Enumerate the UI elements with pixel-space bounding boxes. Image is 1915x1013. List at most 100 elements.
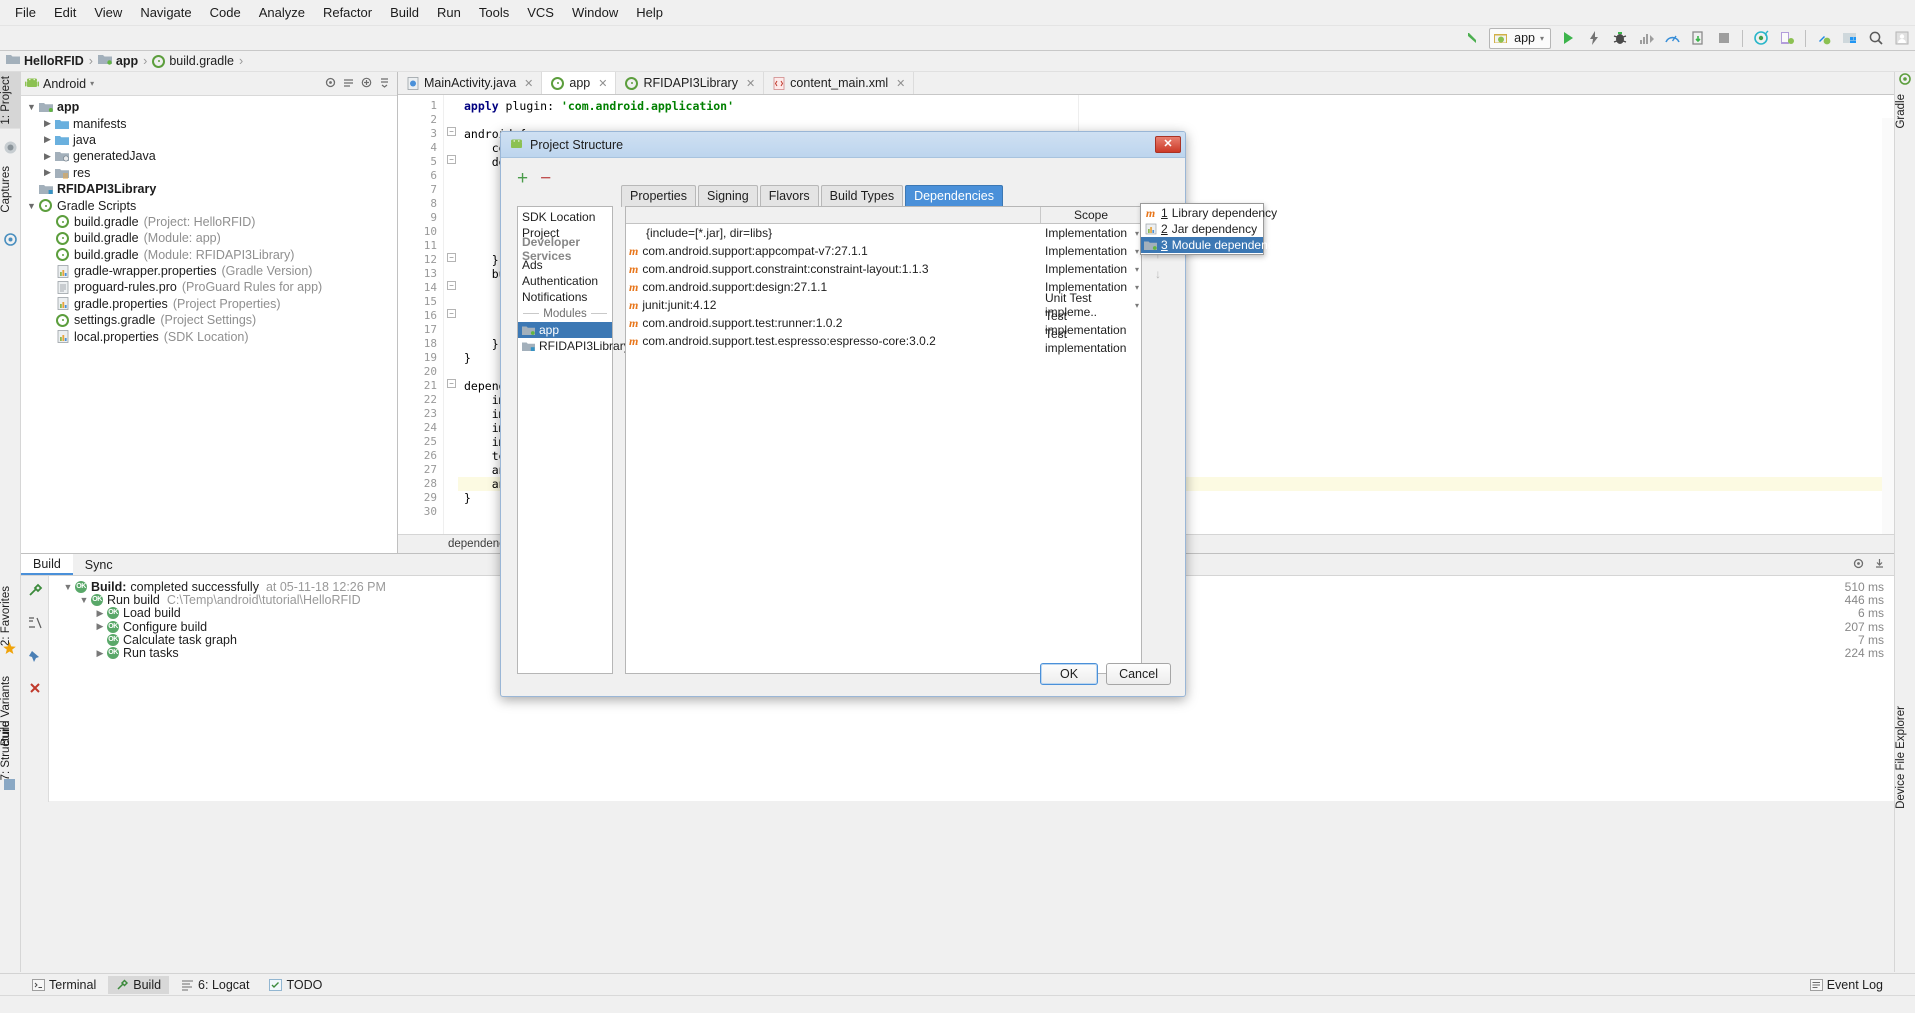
bottom-item-terminal[interactable]: Terminal xyxy=(24,976,104,994)
sidebar-item-device-file-explorer[interactable]: Device File Explorer xyxy=(1895,702,1915,813)
menu-tools[interactable]: Tools xyxy=(470,2,518,23)
sidebar-item-favorites[interactable]: 2: Favorites xyxy=(0,582,21,650)
collapse-all-icon[interactable] xyxy=(342,76,355,92)
tree-row-gradle-wrapper-properties[interactable]: gradle-wrapper.properties (Gradle Versio… xyxy=(21,263,397,279)
debug-icon[interactable] xyxy=(1607,28,1633,49)
fold-marker[interactable]: − xyxy=(447,281,456,290)
chevron-down-icon[interactable]: ▾ xyxy=(90,79,94,88)
chevron-down-icon[interactable]: ▼ xyxy=(25,201,38,211)
pin-icon[interactable] xyxy=(27,648,43,667)
chevron-down-icon[interactable]: ▾ xyxy=(1540,34,1544,43)
tree-row-app[interactable]: ▼ app xyxy=(21,99,397,115)
dependency-scope-cell[interactable]: Implementation ▾ xyxy=(1041,244,1141,258)
project-structure-dialog[interactable]: Project Structure ✕ + − SDK Location Pro… xyxy=(500,131,1186,697)
tree-row-settings-gradle[interactable]: settings.gradle (Project Settings) xyxy=(21,312,397,328)
dependencies-table[interactable]: Scope {include=[*.jar], dir=libs} Implem… xyxy=(625,206,1142,674)
tab-mainactivity-java[interactable]: MainActivity.java ✕ xyxy=(398,72,542,94)
expand-icon[interactable] xyxy=(360,76,373,92)
chevron-right-icon[interactable]: ▶ xyxy=(41,118,54,129)
sidebar-item-gradle[interactable]: Gradle xyxy=(1895,90,1915,133)
dialog-sidebar[interactable]: SDK Location Project Developer Services … xyxy=(517,206,613,674)
menu-refactor[interactable]: Refactor xyxy=(314,2,381,23)
editor-scrollbar[interactable] xyxy=(1882,118,1894,534)
fold-marker[interactable]: − xyxy=(447,379,456,388)
hide-window-icon[interactable] xyxy=(1873,557,1886,573)
remove-module-button[interactable]: − xyxy=(540,172,551,186)
chevron-right-icon[interactable]: ▶ xyxy=(93,608,107,619)
dialog-tab-dependencies[interactable]: Dependencies xyxy=(905,185,1003,207)
chevron-right-icon[interactable]: ▶ xyxy=(93,648,107,659)
tree-row-manifests[interactable]: ▶ manifests xyxy=(21,115,397,131)
close-icon[interactable]: ✕ xyxy=(746,77,755,90)
close-icon[interactable]: ✕ xyxy=(1155,136,1181,153)
tree-row-build-gradle-library[interactable]: build.gradle (Module: RFIDAPI3Library) xyxy=(21,247,397,263)
breadcrumb-item-project[interactable]: HelloRFID xyxy=(6,54,84,68)
table-row[interactable]: m com.android.support:appcompat-v7:27.1.… xyxy=(626,242,1141,260)
tab-content-main-xml[interactable]: content_main.xml ✕ xyxy=(764,72,914,94)
avd-manager-icon[interactable] xyxy=(1774,28,1800,49)
table-row[interactable]: m com.android.support.constraint:constra… xyxy=(626,260,1141,278)
hide-panel-icon[interactable] xyxy=(378,76,391,92)
bottom-item-logcat[interactable]: 6: Logcat xyxy=(173,976,257,994)
profiler-icon[interactable] xyxy=(1659,28,1685,49)
tree-row-build-gradle-project[interactable]: build.gradle (Project: HelloRFID) xyxy=(21,214,397,230)
build-hammer-icon[interactable] xyxy=(27,582,43,601)
sidebar-item-structure[interactable]: 7: Structure xyxy=(0,717,21,784)
user-icon[interactable] xyxy=(1889,28,1915,49)
search-icon[interactable] xyxy=(1863,28,1889,49)
settings-gear-icon[interactable] xyxy=(1852,557,1865,573)
run-icon[interactable] xyxy=(1555,28,1581,49)
menu-code[interactable]: Code xyxy=(201,2,250,23)
table-row[interactable]: {include=[*.jar], dir=libs} Implementati… xyxy=(626,224,1141,242)
chevron-right-icon[interactable]: ▶ xyxy=(93,621,107,632)
project-structure-icon[interactable] xyxy=(1837,28,1863,49)
menu-help[interactable]: Help xyxy=(627,2,672,23)
menu-window[interactable]: Window xyxy=(563,2,627,23)
close-icon[interactable]: ✕ xyxy=(524,77,533,90)
chevron-right-icon[interactable]: ▶ xyxy=(41,134,54,145)
apply-changes-icon[interactable] xyxy=(1581,28,1607,49)
tree-row-res[interactable]: ▶ res xyxy=(21,165,397,181)
cancel-button[interactable]: Cancel xyxy=(1106,663,1171,685)
sdk-manager-icon[interactable] xyxy=(1811,28,1837,49)
popup-item-library-dependency[interactable]: m 1 Library dependency xyxy=(1141,205,1263,221)
chevron-down-icon[interactable]: ▼ xyxy=(61,582,75,592)
tree-row-rfidapi3library[interactable]: RFIDAPI3Library xyxy=(21,181,397,197)
dialog-tab-flavors[interactable]: Flavors xyxy=(760,185,819,207)
chevron-right-icon[interactable]: ▶ xyxy=(41,167,54,178)
back-arrow-icon[interactable] xyxy=(1459,28,1485,49)
menu-vcs[interactable]: VCS xyxy=(518,2,563,23)
tab-rfidapi3library[interactable]: RFIDAPI3Library ✕ xyxy=(616,72,764,94)
attach-debugger-icon[interactable] xyxy=(1685,28,1711,49)
sidebar-item-project[interactable]: 1: Project xyxy=(0,72,21,129)
stop-icon[interactable] xyxy=(1711,28,1737,49)
tree-row-build-gradle-app[interactable]: build.gradle (Module: app) xyxy=(21,230,397,246)
menu-analyze[interactable]: Analyze xyxy=(250,2,314,23)
menu-navigate[interactable]: Navigate xyxy=(131,2,200,23)
bottom-item-event-log[interactable]: Event Log xyxy=(1802,976,1891,994)
close-icon[interactable]: ✕ xyxy=(896,77,905,90)
chevron-down-icon[interactable]: ▾ xyxy=(1135,265,1139,274)
dialog-sidebar-item-sdk-location[interactable]: SDK Location xyxy=(518,209,612,225)
menu-file[interactable]: File xyxy=(6,2,45,23)
dependency-scope-cell[interactable]: Test implementation xyxy=(1041,327,1141,355)
add-dependency-popup-menu[interactable]: m 1 Library dependency 2 Jar dependency … xyxy=(1140,203,1264,255)
run-configuration-selector[interactable]: app ▾ xyxy=(1489,28,1551,49)
close-icon[interactable] xyxy=(28,681,42,698)
close-icon[interactable]: ✕ xyxy=(598,77,607,90)
tab-build[interactable]: Build xyxy=(21,554,73,575)
dialog-sidebar-item-authentication[interactable]: Authentication xyxy=(518,273,612,289)
move-down-button[interactable]: ↓ xyxy=(1155,268,1161,281)
dialog-tab-properties[interactable]: Properties xyxy=(621,185,696,207)
fold-marker[interactable]: − xyxy=(447,309,456,318)
bottom-item-todo[interactable]: TODO xyxy=(261,976,330,994)
menu-edit[interactable]: Edit xyxy=(45,2,85,23)
dialog-sidebar-item-rfidapi3library[interactable]: RFIDAPI3Library xyxy=(518,338,612,354)
dependency-scope-cell[interactable]: Implementation ▾ xyxy=(1041,262,1141,276)
chevron-down-icon[interactable]: ▾ xyxy=(1135,229,1139,238)
breadcrumb-item-module[interactable]: app xyxy=(98,54,138,68)
chevron-down-icon[interactable]: ▼ xyxy=(77,595,91,605)
menu-run[interactable]: Run xyxy=(428,2,470,23)
table-row[interactable]: m com.android.support.test.espresso:espr… xyxy=(626,332,1141,350)
menu-view[interactable]: View xyxy=(85,2,131,23)
